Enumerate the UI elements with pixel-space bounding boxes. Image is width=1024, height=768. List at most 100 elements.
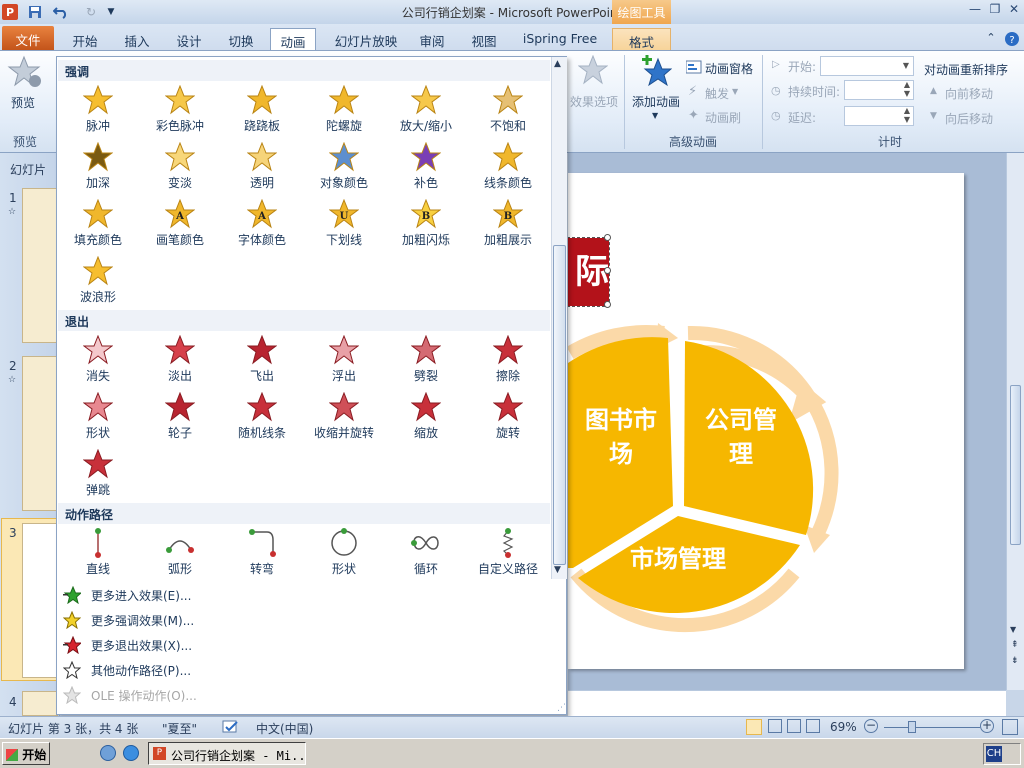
emphasis-effect-16[interactable]: U 下划线 (303, 197, 385, 254)
exit-effect-7[interactable]: 形状 (57, 390, 139, 447)
scroll-down-icon[interactable]: ▼ (554, 565, 561, 575)
exit-effect-12[interactable]: 旋转 (467, 390, 549, 447)
notes-pane[interactable] (568, 690, 1006, 716)
zoom-in-icon[interactable]: + (980, 719, 994, 733)
zoom-slider-thumb[interactable] (908, 721, 916, 733)
emphasis-effect-8[interactable]: 变淡 (139, 140, 221, 197)
more-motion-paths[interactable]: 其他动作路径(P)... (61, 658, 551, 682)
exit-effect-10[interactable]: 收缩并旋转 (303, 390, 385, 447)
motion-path-effect-3[interactable]: 转弯 (221, 526, 303, 583)
trigger-button[interactable]: 触发 (705, 85, 729, 102)
fit-to-window-icon[interactable] (1002, 719, 1018, 735)
exit-effect-1[interactable]: 消失 (57, 333, 139, 390)
normal-view-icon[interactable] (746, 719, 762, 735)
emphasis-effect-13[interactable]: 填充颜色 (57, 197, 139, 254)
exit-effect-9[interactable]: 随机线条 (221, 390, 303, 447)
gallery-scroll-thumb[interactable] (553, 245, 566, 565)
trigger-dropdown-icon[interactable]: ▼ (732, 87, 738, 96)
language-status[interactable]: 中文(中国) (256, 720, 313, 737)
collapse-ribbon-icon[interactable]: ⌃ (982, 28, 1000, 50)
emphasis-effect-14[interactable]: A 画笔颜色 (139, 197, 221, 254)
emphasis-effect-11[interactable]: 补色 (385, 140, 467, 197)
exit-effect-4[interactable]: 浮出 (303, 333, 385, 390)
tab-insert[interactable]: 插入 (114, 28, 160, 50)
slide-canvas[interactable]: 际 图书市 场 公司管 理 市场管理 (568, 173, 964, 669)
more-entrance-effects[interactable]: 更多进入效果(E)... (61, 583, 551, 607)
emphasis-effect-9[interactable]: 透明 (221, 140, 303, 197)
slide-sorter-icon[interactable] (768, 719, 782, 733)
zoom-level[interactable]: 69% (830, 720, 857, 734)
input-language-indicator[interactable]: CH (986, 746, 1002, 762)
more-exit-effects[interactable]: 更多退出效果(X)... (61, 633, 551, 657)
exit-effect-11[interactable]: 缩放 (385, 390, 467, 447)
tab-home[interactable]: 开始 (62, 28, 108, 50)
scroll-thumb[interactable] (1010, 385, 1021, 545)
emphasis-effect-4[interactable]: 陀螺旋 (303, 83, 385, 140)
emphasis-effect-12[interactable]: 线条颜色 (467, 140, 549, 197)
add-animation-dropdown-icon[interactable]: ▼ (652, 111, 658, 120)
emphasis-effect-2[interactable]: 彩色脉冲 (139, 83, 221, 140)
restore-icon[interactable]: ❐ (986, 2, 1004, 20)
move-later-button[interactable]: 向后移动 (945, 110, 993, 127)
close-icon[interactable]: ✕ (1005, 2, 1023, 20)
scroll-down-icon[interactable]: ▼ (1010, 625, 1016, 634)
emphasis-effect-5[interactable]: 放大/缩小 (385, 83, 467, 140)
more-emphasis-effects[interactable]: 更多强调效果(M)... (61, 608, 551, 632)
slide-thumbnail-3[interactable] (22, 523, 58, 678)
vertical-scrollbar[interactable]: ▼ ⇞ ⇟ (1006, 153, 1024, 690)
previous-slide-icon[interactable]: ⇞ (1011, 640, 1019, 650)
emphasis-effect-18[interactable]: B 加粗展示 (467, 197, 549, 254)
tab-design[interactable]: 设计 (166, 28, 212, 50)
exit-effect-3[interactable]: 飞出 (221, 333, 303, 390)
tab-slideshow[interactable]: 幻灯片放映 (326, 28, 406, 50)
emphasis-effect-19[interactable]: 波浪形 (57, 254, 139, 311)
exit-effect-2[interactable]: 淡出 (139, 333, 221, 390)
slide-thumbnail-2[interactable] (22, 356, 58, 511)
quick-launch-icon[interactable] (100, 745, 116, 761)
tab-format[interactable]: 格式 (612, 28, 671, 50)
slide-thumbnail-4[interactable] (22, 691, 58, 716)
motion-path-effect-4[interactable]: 形状 (303, 526, 385, 583)
motion-path-effect-6[interactable]: 自定义路径 (467, 526, 549, 583)
exit-effect-6[interactable]: 擦除 (467, 333, 549, 390)
animation-painter-button[interactable]: 动画刷 (705, 109, 741, 126)
scroll-up-icon[interactable]: ▲ (554, 59, 561, 69)
preview-icon[interactable] (6, 55, 46, 89)
emphasis-effect-10[interactable]: 对象颜色 (303, 140, 385, 197)
tab-animations[interactable]: 动画 (270, 28, 316, 50)
add-animation-button[interactable]: 添加动画 (632, 93, 680, 110)
reading-view-icon[interactable] (787, 719, 801, 733)
animation-pane-button[interactable]: 动画窗格 (705, 60, 753, 77)
zoom-slider-track[interactable] (884, 727, 980, 728)
minimize-icon[interactable]: — (966, 2, 984, 20)
emphasis-effect-1[interactable]: 脉冲 (57, 83, 139, 140)
exit-effect-13[interactable]: 弹跳 (57, 447, 139, 504)
delay-spinner[interactable]: ▲ ▼ (844, 106, 914, 126)
tab-transitions[interactable]: 切换 (218, 28, 264, 50)
gallery-scrollbar[interactable]: ▲ ▼ (551, 57, 567, 579)
taskbar-item-powerpoint[interactable]: P 公司行销企划案 - Mi... (148, 742, 306, 765)
motion-path-effect-2[interactable]: 弧形 (139, 526, 221, 583)
emphasis-effect-3[interactable]: 跷跷板 (221, 83, 303, 140)
slide-thumbnail-1[interactable] (22, 188, 58, 343)
emphasis-effect-6[interactable]: 不饱和 (467, 83, 549, 140)
preview-button[interactable]: 预览 (11, 94, 35, 111)
animation-pane-icon[interactable] (685, 60, 702, 74)
tab-file[interactable]: 文件 (2, 26, 54, 50)
resize-grip-icon[interactable]: ⋰ (557, 703, 566, 713)
emphasis-effect-17[interactable]: B 加粗闪烁 (385, 197, 467, 254)
tab-ispring[interactable]: iSpring Free (516, 28, 604, 50)
spell-check-icon[interactable] (222, 719, 240, 738)
slideshow-view-icon[interactable] (806, 719, 820, 733)
tab-view[interactable]: 视图 (464, 28, 504, 50)
motion-path-effect-1[interactable]: 直线 (57, 526, 139, 583)
start-select[interactable]: ▼ (820, 56, 914, 76)
emphasis-effect-7[interactable]: 加深 (57, 140, 139, 197)
slides-pane-tab[interactable]: 幻灯片 (10, 161, 46, 178)
ie-browser-icon[interactable] (123, 745, 139, 761)
zoom-out-icon[interactable]: − (864, 719, 878, 733)
ole-action-verbs[interactable]: OLE 操作动作(O)... (61, 683, 551, 707)
add-animation-icon[interactable] (640, 55, 673, 87)
effect-options-button[interactable]: 效果选项 (570, 93, 618, 110)
help-icon[interactable]: ? (1002, 28, 1022, 50)
